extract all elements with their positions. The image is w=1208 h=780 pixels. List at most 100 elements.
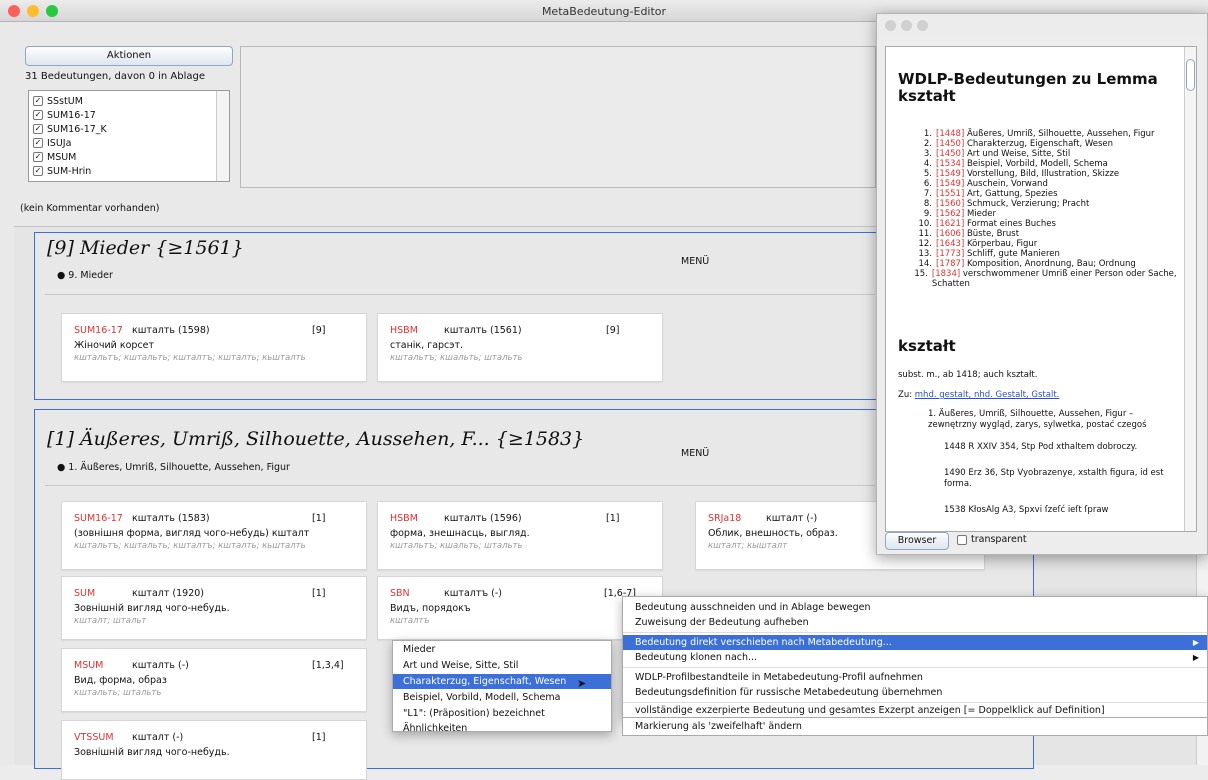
lemma-label: кшталть (1561) — [444, 325, 522, 336]
definition-text[interactable]: (зовнішня форма, вигляд чого-небудь) кшт… — [74, 528, 309, 539]
submenu[interactable]: Mieder Art und Weise, Sitte, Stil Charak… — [392, 640, 612, 734]
sense-item: 2. [1450] Charakterzug, Eigenschaft, Wese… — [898, 139, 1183, 149]
context-menu[interactable]: Bedeutung ausschneiden und in Ablage bew… — [622, 596, 1208, 718]
definition-text[interactable]: Зовнішній вигляд чого-небудь. — [74, 747, 230, 758]
browser-button[interactable]: Browser — [885, 532, 949, 550]
sense-num: 15. — [914, 269, 928, 279]
popup-scrollbar[interactable] — [1184, 47, 1196, 531]
popup-scroll-thumb[interactable] — [1186, 59, 1195, 91]
meaning-card[interactable]: VTSSUM кшталт (-) [1] Зовнішній вигляд ч… — [61, 720, 367, 780]
submenu-item[interactable]: "L1": (Präposition) bezeichnet Ähnlichke… — [393, 706, 611, 734]
sense-year[interactable]: [1643] — [936, 239, 964, 249]
filter-item[interactable]: MSUM — [33, 150, 76, 164]
sense-year[interactable]: [1562] — [936, 209, 964, 219]
lemma-label: кшталт (-) — [132, 732, 184, 743]
filter-item[interactable]: ISUJa — [33, 136, 71, 150]
menu-item-cut-to-ablage[interactable]: Bedeutung ausschneiden und in Ablage bew… — [623, 600, 1207, 615]
sense-year[interactable]: [1606] — [936, 229, 964, 239]
menu-item-adopt-russian-definition[interactable]: Bedeutungsdefinition für russische Metab… — [623, 685, 1207, 700]
menu-item-toggle-doubtful[interactable]: Markierung als 'zweifelhaft' ändern — [623, 719, 1207, 734]
popup-heading-text: WDLP-Bedeutungen zu Lemma — [898, 70, 1158, 88]
checkbox[interactable] — [33, 110, 43, 120]
panel-menu-button[interactable]: MENÜ — [681, 256, 709, 267]
checkbox[interactable] — [33, 166, 43, 176]
filter-item[interactable]: SUM16-17 — [33, 108, 96, 122]
sense-year[interactable]: [1450] — [936, 139, 964, 149]
sense-year[interactable]: [1834] — [932, 269, 960, 279]
checkbox[interactable] — [33, 152, 43, 162]
menu-item-add-wdlp-profile[interactable]: WDLP-Profilbestandteile in Metabedeutung… — [623, 670, 1207, 685]
sense-year[interactable]: [1560] — [936, 199, 964, 209]
checkbox[interactable] — [33, 138, 43, 148]
transparent-checkbox[interactable] — [957, 534, 967, 545]
sense-year[interactable]: [1549] — [936, 179, 964, 189]
meaning-card[interactable]: SUM16-17 кшталть (1598) [9] Жіночий корс… — [61, 313, 367, 382]
sense-num: 10. — [918, 219, 932, 229]
submenu-item[interactable]: Beispiel, Vorbild, Modell, Schema — [393, 690, 611, 705]
definition-text[interactable]: Вид, форма, образ — [74, 675, 167, 686]
submenu-item[interactable]: Art und Weise, Sitte, Stil — [393, 658, 611, 673]
filter-item[interactable]: SUM16-17_K — [33, 122, 107, 136]
sense-text: Schmuck, Verzierung; Pracht — [966, 199, 1090, 209]
citation: 1538 KłosAlg A3, Spxvi ſzeſć ieſt ſpraw — [944, 505, 1109, 515]
citation: 1448 R XXIV 354, Stp Pod xthaltem dobroc… — [944, 442, 1138, 452]
popup-content[interactable]: WDLP-Bedeutungen zu Lemma kształt 1. [144… — [885, 46, 1197, 532]
definition-text[interactable]: станік, гарсэт. — [390, 340, 463, 351]
dictionary-filter-list[interactable]: SSstUM SUM16-17 SUM16-17_K ISUJa MSUM SU… — [28, 90, 230, 182]
sense-year[interactable]: [1787] — [936, 259, 964, 269]
aktionen-button[interactable]: Aktionen — [25, 46, 233, 66]
sense-year[interactable]: [1551] — [936, 189, 964, 199]
meaning-card[interactable]: SUM кшталт (1920) [1] Зовнішній вигляд ч… — [61, 576, 367, 640]
sense-year[interactable]: [1621] — [936, 219, 964, 229]
definition-text[interactable]: Жіночий корсет — [74, 340, 154, 351]
definition-text[interactable]: Видъ, порядокъ — [390, 603, 471, 614]
sense-item: 15. [1834] verschwommener Umriß einer Per… — [898, 269, 1183, 289]
sense-text: Format eines Buches — [966, 219, 1056, 229]
panel-menu-button[interactable]: MENÜ — [681, 448, 709, 459]
meaning-card[interactable]: HSBM кшталть (1561) [9] станік, гарсэт. … — [377, 313, 663, 382]
meaning-card[interactable]: SUM16-17 кшталть (1583) [1] (зовнішня фо… — [61, 501, 367, 570]
menu-item-unassign[interactable]: Zuweisung der Bedeutung aufheben — [623, 615, 1207, 630]
definition-text[interactable]: форма, знешнасць, выгляд. — [390, 528, 530, 539]
definition-text[interactable]: Облик, внешность, образ. — [708, 528, 838, 539]
entry-heading: kształt — [898, 337, 956, 355]
word-forms: кштальтъ; кштальть; кшталтъ; кшталть; кь… — [74, 353, 306, 363]
sense-year[interactable]: [1450] — [936, 149, 964, 159]
filter-list-scrollbar[interactable] — [216, 91, 229, 181]
context-menu-bottom: Markierung als 'zweifelhaft' ändern — [622, 718, 1208, 736]
submenu-item[interactable]: Mieder — [393, 642, 611, 657]
sense-text: Schliff, gute Manieren — [966, 249, 1060, 259]
filter-item[interactable]: SSstUM — [33, 94, 83, 108]
menu-item-show-full-excerpt[interactable]: vollständige exzerpierte Bedeutung und g… — [623, 703, 1207, 718]
sense-number: [9] — [606, 325, 620, 336]
sense-num: 7. — [923, 189, 932, 199]
sense-num: 9. — [923, 209, 932, 219]
transparent-toggle[interactable]: transparent — [957, 534, 1027, 545]
checkbox[interactable] — [33, 124, 43, 134]
definition-text[interactable]: Зовнішній вигляд чого-небудь. — [74, 603, 230, 614]
checkbox[interactable] — [33, 96, 43, 106]
menu-item-clone-to[interactable]: Bedeutung klonen nach... ▶ — [623, 650, 1207, 665]
meaning-card[interactable]: MSUM кшталть (-) [1,3,4] Вид, форма, обр… — [61, 648, 367, 712]
sense-text: Mieder — [966, 209, 997, 219]
menu-item-move-to-metameaning[interactable]: Bedeutung direkt verschieben nach Metabe… — [623, 635, 1207, 650]
wdlp-popup-window[interactable]: WDLP-Bedeutungen zu Lemma kształt 1. [144… — [876, 13, 1208, 555]
sense-year[interactable]: [1534] — [936, 159, 964, 169]
sense-year[interactable]: [1549] — [936, 169, 964, 179]
sense-item: 10. [1621] Format eines Buches — [898, 219, 1183, 229]
popup-zoom-button[interactable] — [917, 20, 928, 31]
meaning-card[interactable]: SBN кшталтъ (-) [1,6-7] Видъ, порядокъ к… — [377, 576, 663, 640]
popup-close-button[interactable] — [885, 20, 896, 31]
popup-minimize-button[interactable] — [901, 20, 912, 31]
sense-item: 12. [1643] Körperbau, Figur — [898, 239, 1183, 249]
sense-text: Beispiel, Vorbild, Modell, Schema — [966, 159, 1108, 169]
sense-year[interactable]: [1773] — [936, 249, 964, 259]
word-forms: кштальтъ; кштальть; кшталтъ; кшталть; кь… — [74, 541, 306, 551]
metameaning-panel[interactable]: [9] Mieder {≥1561} ● 9. Mieder MENÜ SUM1… — [34, 232, 984, 400]
word-forms: кштальтъ; кшальть; штальть — [390, 353, 523, 363]
meaning-card[interactable]: HSBM кшталть (1596) [1] форма, знешнасць… — [377, 501, 663, 570]
etymology-link[interactable]: mhd. gestalt, nhd. Gestalt, Gstalt. — [915, 390, 1060, 400]
filter-item[interactable]: SUM-Hrin — [33, 164, 91, 178]
sense-number: [1,3,4] — [312, 660, 344, 671]
sense-year[interactable]: [1448] — [936, 129, 964, 139]
